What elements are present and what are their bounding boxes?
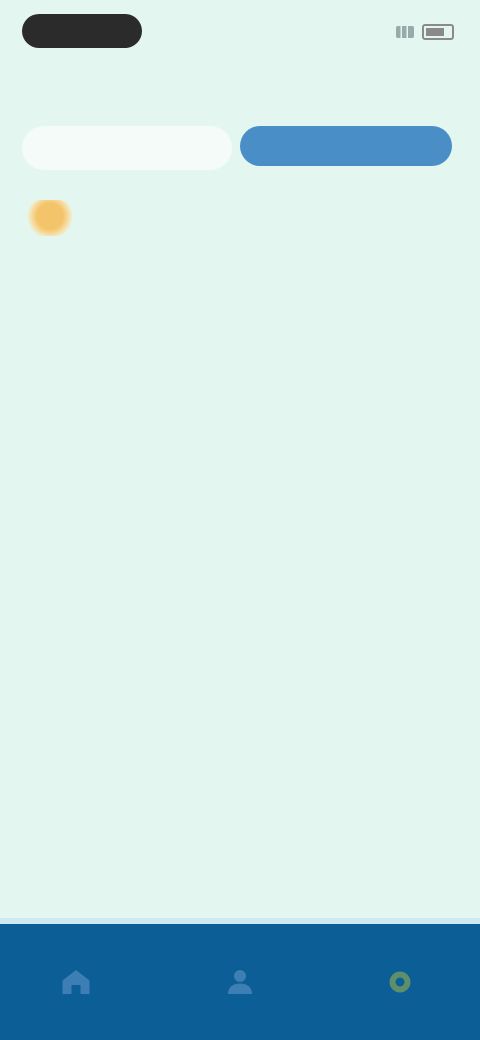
settings-icon [389, 971, 411, 993]
nav-profile[interactable] [220, 962, 260, 1002]
nav-home[interactable] [56, 962, 96, 1002]
coin-icon [24, 200, 76, 236]
tab-first[interactable] [22, 126, 127, 170]
battery-icon [422, 24, 454, 40]
info-row [24, 198, 324, 238]
status-indicators [396, 20, 454, 44]
status-bar [0, 0, 480, 64]
bottom-navigation [0, 918, 480, 1040]
status-time [22, 14, 142, 48]
home-icon [62, 970, 90, 994]
tab-second[interactable] [127, 126, 232, 170]
user-icon [228, 970, 252, 994]
primary-action-button[interactable] [240, 126, 452, 166]
segment-control [22, 126, 232, 170]
nav-settings[interactable] [380, 962, 420, 1002]
signal-icon [396, 26, 414, 38]
